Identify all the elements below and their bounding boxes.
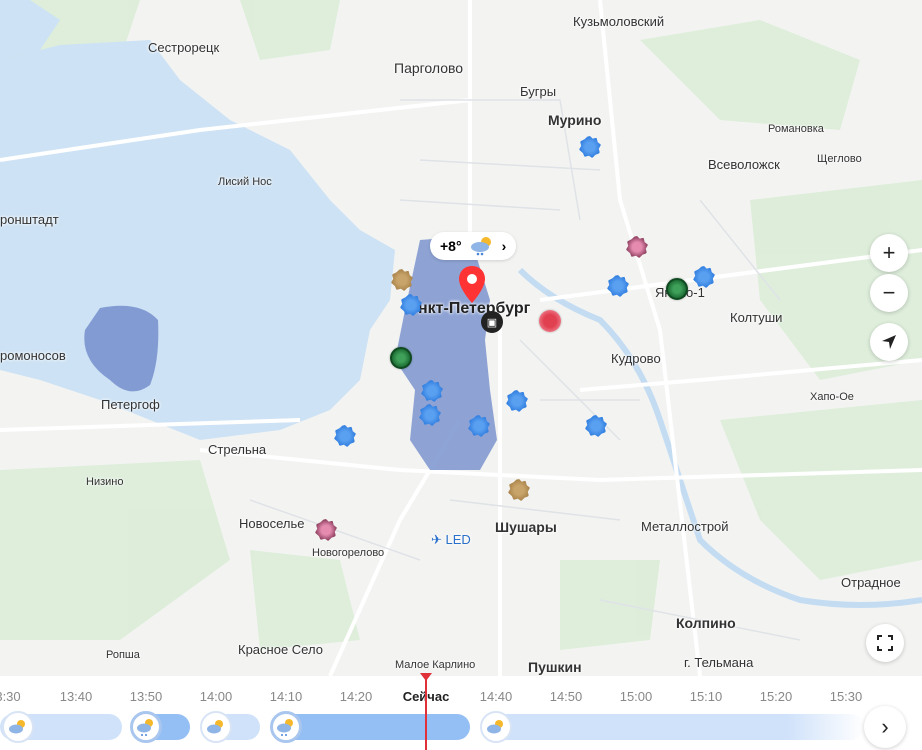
timeline-tick[interactable]: 15:30 (830, 689, 863, 704)
map-label: Ропша (106, 649, 140, 661)
map-base (0, 0, 922, 676)
map-label: Низино (86, 476, 124, 488)
map-label: Парголово (394, 60, 464, 76)
airport-label: ✈ LED (431, 532, 471, 548)
cloud-rain-sun-icon (130, 711, 162, 743)
chevron-right-icon: › (501, 238, 507, 254)
plane-icon: ✈ (431, 532, 442, 547)
zoom-in-button[interactable]: + (870, 234, 908, 272)
map-label: Новогорелово (312, 547, 385, 559)
map-label: Колтуши (730, 310, 783, 325)
fullscreen-icon (877, 635, 893, 651)
briefcase-icon[interactable]: ▣ (481, 311, 503, 333)
map-label: Отрадное (841, 575, 901, 590)
chevron-right-icon: › (881, 714, 889, 739)
now-indicator-line[interactable] (425, 676, 427, 750)
timeline-tick[interactable]: 14:10 (270, 689, 303, 704)
map-label: Всеволожск (708, 157, 780, 172)
map-label: Кудрово (611, 351, 661, 366)
forecast-segment[interactable] (484, 714, 864, 740)
timeline-tick[interactable]: 15:00 (620, 689, 653, 704)
map[interactable]: Сестрорецк Парголово Бугры Кузьмоловский… (0, 0, 922, 676)
umbrella-marker-icon[interactable] (666, 278, 688, 300)
map-label: Сестрорецк (148, 40, 220, 55)
map-label: Мурино (548, 112, 602, 128)
zoom-out-button[interactable]: − (870, 274, 908, 312)
heart-marker-icon[interactable] (539, 310, 561, 332)
locate-button[interactable] (870, 323, 908, 361)
timeline-tick[interactable]: 15:20 (760, 689, 793, 704)
map-label: Петергоф (101, 397, 160, 412)
timeline-tick[interactable]: 14:00 (200, 689, 233, 704)
map-label: Романовка (768, 123, 824, 135)
timeline-tick[interactable]: 13:40 (60, 689, 93, 704)
map-label: г. Тельмана (684, 655, 754, 670)
umbrella-marker-icon[interactable] (390, 347, 412, 369)
map-label: Хапо-Ое (810, 391, 854, 403)
map-label: Бугры (520, 84, 557, 99)
timeline[interactable]: 3:30 13:40 13:50 14:00 14:10 14:20 Сейча… (0, 676, 922, 750)
timeline-tick[interactable]: 14:40 (480, 689, 513, 704)
map-label: Колпино (676, 615, 736, 631)
map-label: ронштадт (0, 212, 59, 227)
map-label: Стрельна (208, 442, 267, 457)
map-label: Малое Карлино (395, 659, 476, 671)
airport-code: LED (445, 532, 471, 547)
timeline-next-button[interactable]: › (864, 706, 906, 748)
cloud-sun-icon (480, 711, 512, 743)
map-label: Металлострой (641, 519, 729, 534)
map-label: Лисий Нос (218, 176, 272, 188)
fullscreen-button[interactable] (866, 624, 904, 662)
timeline-tick[interactable]: 3:30 (0, 689, 21, 704)
forecast-segment[interactable] (274, 714, 470, 740)
now-indicator-handle[interactable] (420, 673, 432, 681)
cloud-sun-icon (2, 711, 34, 743)
cloud-rain-sun-icon (270, 711, 302, 743)
map-label: Щеглово (817, 153, 862, 165)
cloud-rain-sun-icon (470, 237, 491, 256)
map-label: Шушары (495, 519, 557, 535)
map-label: Пушкин (528, 659, 582, 675)
timeline-tick[interactable]: 15:10 (690, 689, 723, 704)
timeline-tick[interactable]: 13:50 (130, 689, 163, 704)
current-temperature: +8° (440, 238, 462, 254)
cloud-sun-icon (200, 711, 232, 743)
map-label: ромоносов (0, 348, 66, 363)
timeline-tick[interactable]: 14:20 (340, 689, 373, 704)
current-weather-chip[interactable]: +8° › (430, 232, 517, 260)
location-pin-icon[interactable] (457, 265, 487, 305)
navigation-arrow-icon (882, 335, 896, 349)
map-label: Новоселье (239, 516, 305, 531)
map-label: Кузьмоловский (573, 14, 665, 29)
map-label: Красное Село (238, 642, 323, 657)
timeline-tick[interactable]: 14:50 (550, 689, 583, 704)
